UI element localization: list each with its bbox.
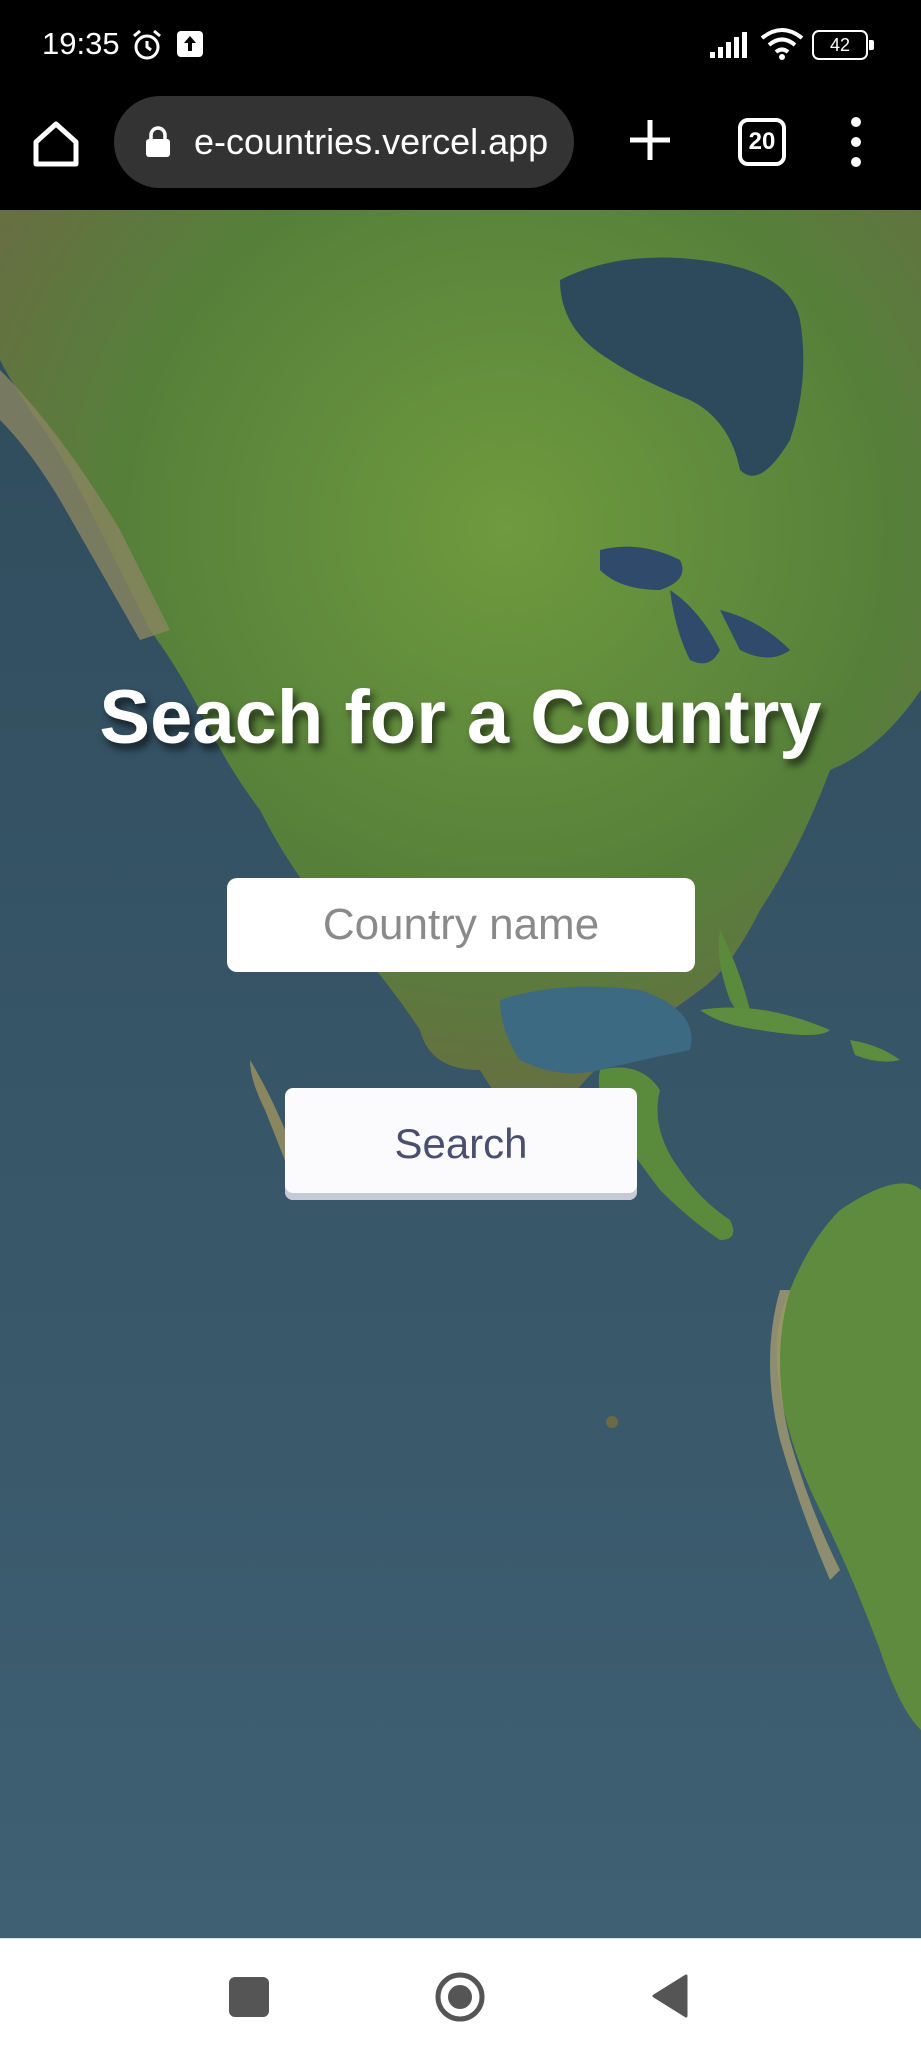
browser-toolbar: e-countries.vercel.app 20	[0, 90, 921, 210]
search-button[interactable]: Search	[285, 1088, 637, 1200]
map-illustration	[0, 210, 921, 1938]
signal-icon	[710, 32, 747, 58]
back-icon[interactable]	[650, 1973, 690, 2019]
battery-level: 42	[812, 30, 868, 60]
wifi-icon	[760, 28, 804, 60]
url-bar[interactable]: e-countries.vercel.app	[114, 96, 574, 188]
home-circle-icon[interactable]	[434, 1971, 486, 2023]
status-time: 19:35	[42, 26, 120, 61]
plus-icon[interactable]	[622, 112, 678, 168]
url-text[interactable]: e-countries.vercel.app	[194, 120, 564, 164]
world-map-background	[0, 210, 921, 1938]
android-nav-bar	[0, 1938, 921, 2048]
alarm-icon	[133, 29, 161, 60]
home-icon[interactable]	[28, 116, 84, 172]
battery-tip	[869, 40, 874, 50]
recent-apps-icon[interactable]	[229, 1977, 269, 2017]
more-vert-icon[interactable]	[838, 112, 874, 172]
lock-icon	[146, 126, 170, 157]
country-name-input[interactable]	[227, 878, 695, 972]
status-bar: 19:35 42	[0, 0, 921, 90]
battery-icon: 42	[812, 30, 874, 60]
tab-switcher-button[interactable]: 20	[738, 118, 786, 166]
page-title: Seach for a Country	[99, 675, 822, 760]
upload-icon	[177, 31, 203, 57]
